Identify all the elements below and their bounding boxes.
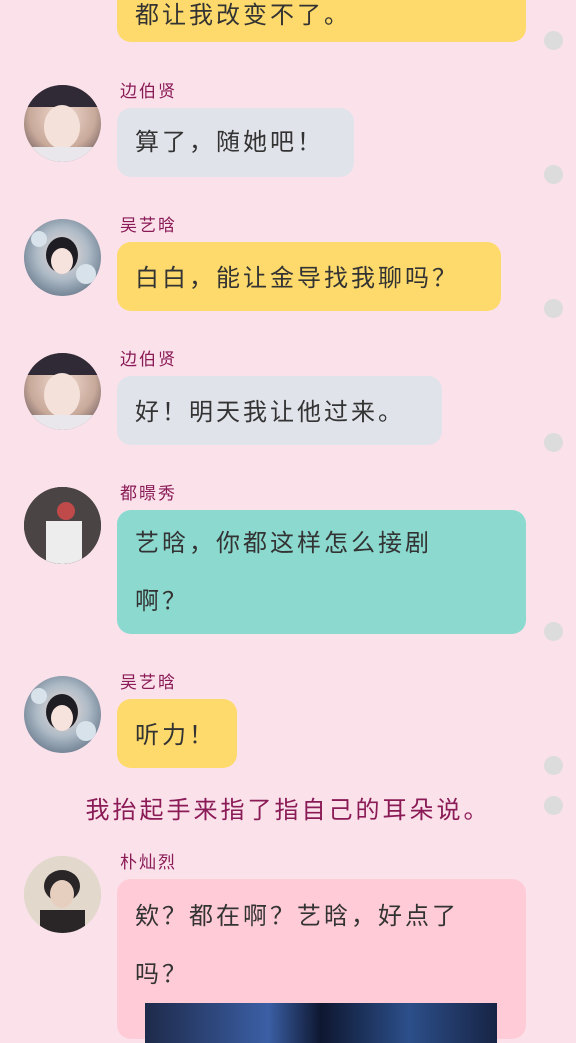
status-dot-0[interactable] — [544, 31, 563, 50]
message-bubble-5: 听力！ — [117, 699, 237, 768]
sender-name-6: 朴灿烈 — [120, 853, 177, 873]
message-bubble-6: 欸？都在啊？艺晗，好点了 吗？ — [117, 879, 526, 1043]
message-text-4-line2: 啊？ — [135, 587, 189, 615]
sender-name-2: 吴艺晗 — [120, 216, 177, 236]
attached-image[interactable] — [145, 1003, 497, 1043]
message-text-6-line1: 欸？都在啊？艺晗，好点了 — [135, 902, 459, 930]
status-dot-4[interactable] — [544, 622, 563, 641]
sender-name-3: 边伯贤 — [120, 350, 177, 370]
message-bubble-1: 算了，随她吧！ — [117, 108, 354, 177]
message-text-0: 都让我改变不了。 — [135, 1, 351, 29]
person-icon — [24, 353, 101, 430]
message-bubble-2: 白白，能让金导找我聊吗？ — [117, 242, 501, 311]
message-bubble-4: 艺晗，你都这样怎么接剧 啊？ — [117, 510, 526, 634]
status-dot-6[interactable] — [544, 796, 563, 815]
avatar-wuyihan-2[interactable] — [24, 219, 101, 296]
avatar-dujingxiu-4[interactable] — [24, 487, 101, 564]
status-dot-5[interactable] — [544, 756, 563, 775]
avatar-wuyihan-5[interactable] — [24, 676, 101, 753]
person-icon — [24, 487, 101, 564]
person-icon — [24, 856, 101, 933]
message-text-3: 好！明天我让他过来。 — [135, 398, 405, 426]
message-text-1: 算了，随她吧！ — [135, 128, 324, 156]
avatar-bianboxian-1[interactable] — [24, 85, 101, 162]
avatar-bianboxian-3[interactable] — [24, 353, 101, 430]
person-icon — [31, 231, 96, 284]
person-icon — [24, 85, 101, 162]
avatar-piaocanlie-6[interactable] — [24, 856, 101, 933]
person-icon — [31, 688, 96, 741]
status-dot-1[interactable] — [544, 165, 563, 184]
message-text-6-line2: 吗？ — [135, 960, 189, 988]
message-text-4-line1: 艺晗，你都这样怎么接剧 — [135, 529, 432, 557]
message-text-2: 白白，能让金导找我聊吗？ — [135, 264, 459, 292]
status-dot-3[interactable] — [544, 433, 563, 452]
sender-name-5: 吴艺晗 — [120, 673, 177, 693]
narration-text: 我抬起手来指了指自己的耳朵说。 — [85, 796, 491, 824]
message-text-5: 听力！ — [135, 721, 216, 749]
sender-name-1: 边伯贤 — [120, 82, 177, 102]
sender-name-4: 都暻秀 — [120, 484, 177, 504]
message-bubble-3: 好！明天我让他过来。 — [117, 376, 442, 445]
message-bubble-0: 都让我改变不了。 — [117, 0, 526, 42]
status-dot-2[interactable] — [544, 299, 563, 318]
